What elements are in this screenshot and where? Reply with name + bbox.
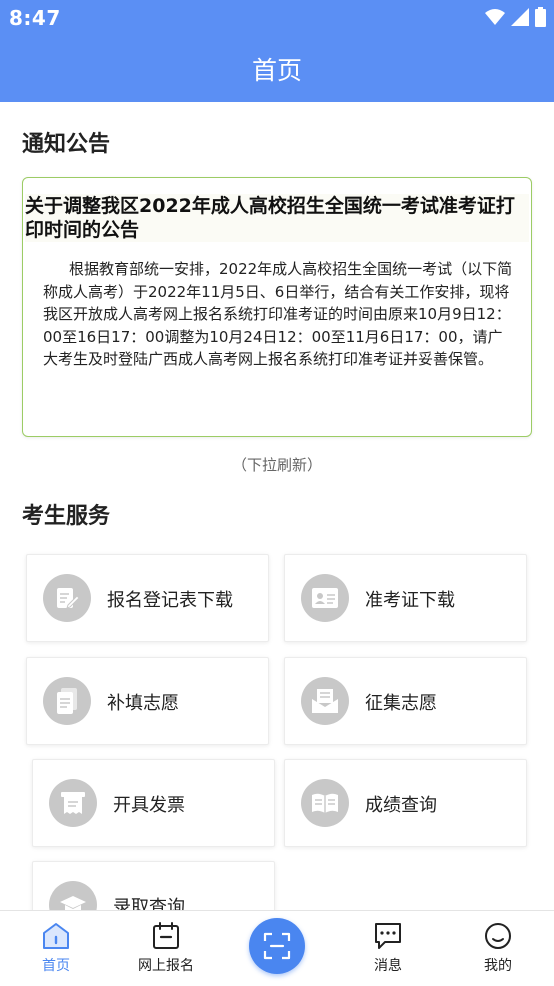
home-icon [43, 923, 69, 949]
service-admission-inquiry[interactable]: 录取查询 [32, 861, 275, 910]
nav-online-registration[interactable]: 网上报名 [126, 911, 206, 986]
service-solicited-application[interactable]: 征集志愿 [284, 657, 527, 745]
nav-label: 首页 [42, 958, 70, 974]
service-label: 开具发票 [113, 795, 185, 816]
nav-label: 网上报名 [138, 958, 194, 974]
service-label: 报名登记表下载 [107, 590, 233, 611]
service-supplementary-application[interactable]: 补填志愿 [26, 657, 269, 745]
invoice-icon [49, 779, 97, 827]
service-admission-ticket-download[interactable]: 准考证下载 [284, 554, 527, 642]
service-score-inquiry[interactable]: 成绩查询 [284, 759, 527, 847]
notice-title[interactable]: 关于调整我区2022年成人高校招生全国统一考试准考证打印时间的公告 [25, 194, 529, 242]
scan-button[interactable] [249, 918, 305, 974]
pull-to-refresh-hint: （下拉刷新） [231, 456, 322, 474]
status-time: 8:47 [9, 6, 61, 30]
message-icon [375, 923, 401, 949]
notice-card[interactable]: 关于调整我区2022年成人高校招生全国统一考试准考证打印时间的公告 根据教育部统… [22, 177, 532, 437]
calendar-icon [153, 922, 179, 949]
service-label: 成绩查询 [365, 795, 437, 816]
document-icon [43, 677, 91, 725]
page-title: 首页 [251, 56, 302, 85]
battery-icon [535, 7, 546, 27]
nav-messages[interactable]: 消息 [348, 911, 428, 986]
wifi-icon [485, 9, 505, 25]
service-label: 准考证下载 [365, 590, 455, 611]
service-label: 征集志愿 [365, 693, 437, 714]
home-content[interactable]: 通知公告 关于调整我区2022年成人高校招生全国统一考试准考证打印时间的公告 根… [0, 102, 554, 910]
profile-icon [485, 923, 511, 949]
nav-label: 消息 [374, 958, 402, 974]
id-card-icon [301, 574, 349, 622]
mail-icon [301, 677, 349, 725]
nav-home[interactable]: 首页 [16, 911, 96, 986]
form-edit-icon [43, 574, 91, 622]
service-label: 录取查询 [113, 897, 185, 910]
service-registration-form-download[interactable]: 报名登记表下载 [26, 554, 269, 642]
nav-label: 我的 [484, 958, 512, 974]
scan-icon [263, 932, 291, 960]
signal-icon [511, 8, 529, 26]
service-issue-invoice[interactable]: 开具发票 [32, 759, 275, 847]
open-book-icon [301, 779, 349, 827]
services-section-title: 考生服务 [22, 504, 111, 529]
notice-body: 根据教育部统一安排，2022年成人高校招生全国统一考试（以下简称成人高考）于20… [43, 260, 513, 368]
nav-profile[interactable]: 我的 [458, 911, 538, 986]
service-label: 补填志愿 [107, 693, 179, 714]
bottom-nav: 首页 网上报名 消息 我的 [0, 910, 554, 986]
status-bar: 8:47 [0, 0, 554, 36]
notice-section-title: 通知公告 [22, 132, 111, 157]
app-header: 首页 [0, 36, 554, 102]
graduation-cap-icon [49, 881, 97, 910]
